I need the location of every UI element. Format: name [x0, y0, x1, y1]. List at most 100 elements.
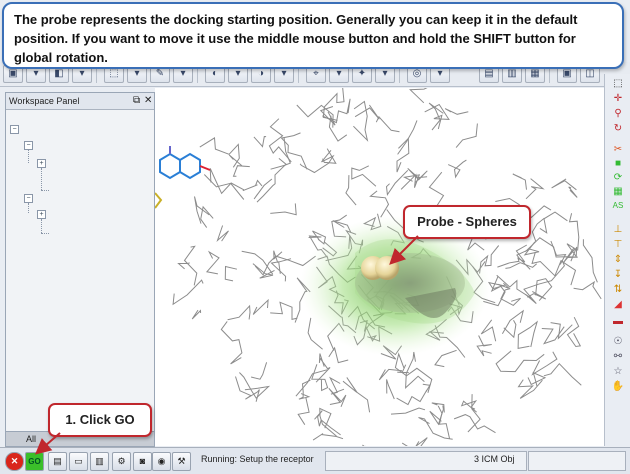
protein-backbone-segment	[253, 135, 267, 148]
protein-backbone-segment	[194, 196, 210, 224]
cut-icon[interactable]: ✂	[611, 144, 625, 156]
protein-backbone-segment	[299, 149, 335, 174]
link-icon[interactable]: ⚯	[611, 351, 625, 363]
go-button[interactable]: GO	[25, 452, 44, 471]
protein-backbone-segment	[415, 437, 428, 446]
tab-all[interactable]: All	[26, 432, 36, 446]
tree-expander[interactable]: −	[24, 141, 33, 150]
protein-backbone-segment	[562, 243, 578, 264]
protein-backbone-segment	[501, 309, 525, 335]
eye-icon[interactable]: ◉	[152, 452, 171, 471]
clip-icon[interactable]: ▬	[611, 316, 625, 328]
star-icon[interactable]: ☆	[611, 366, 625, 378]
refresh-icon[interactable]: ⟳	[611, 172, 625, 184]
tree-connector	[28, 150, 29, 163]
tree-connector	[28, 203, 29, 213]
protein-backbone-segment	[342, 377, 371, 413]
protein-backbone-segment	[328, 387, 347, 407]
workspace-tree: − − + − +	[6, 110, 152, 428]
window-icon[interactable]: ▤	[48, 452, 67, 471]
protein-backbone-segment	[270, 203, 297, 216]
protein-backbone-segment	[312, 433, 344, 441]
protein-backbone-segment	[268, 118, 292, 163]
protein-backbone-segment	[566, 316, 582, 348]
protein-backbone-segment	[543, 362, 582, 386]
protein-backbone-segment	[328, 346, 349, 364]
instruction-banner: The probe represents the docking startin…	[2, 2, 624, 69]
select-icon[interactable]: ⬚	[611, 78, 625, 90]
protein-backbone-segment	[298, 379, 311, 400]
protein-backbone-segment	[351, 165, 377, 187]
protein-backbone-segment	[428, 171, 445, 209]
right-toolbar: ⬚ ✛ ⚲ ↻ ✂ ■ ⟳ ▦ AS ⊥ ⊤ ⇕ ↧ ⇅ ◢ ▬ ☉ ⚯ ☆ ✋	[604, 74, 630, 446]
move-icon[interactable]: ✛	[611, 93, 625, 105]
protein-backbone-segment	[177, 262, 190, 270]
object-count: 3 ICM Obj	[474, 454, 515, 464]
protein-backbone-segment	[447, 159, 467, 179]
protein-backbone-segment	[220, 321, 243, 365]
protein-backbone-segment	[550, 240, 567, 265]
tree-connector	[41, 219, 42, 233]
protein-backbone-segment	[270, 261, 287, 282]
label-icon[interactable]: ↧	[611, 269, 625, 281]
close-icon[interactable]: ✕	[144, 93, 152, 109]
tree-connector	[41, 168, 42, 190]
molecule-viewport[interactable]	[155, 88, 604, 446]
protein-backbone-segment	[250, 362, 268, 380]
protein-backbone-segment	[539, 211, 568, 234]
protein-backbone-segment	[582, 239, 598, 283]
molecule-render[interactable]	[155, 88, 604, 446]
protein-backbone-segment	[385, 169, 409, 196]
protein-backbone-segment	[386, 379, 395, 400]
protein-backbone-segment	[409, 88, 428, 104]
box-icon[interactable]: ■	[611, 158, 625, 170]
tree-expander[interactable]: +	[37, 159, 46, 168]
panel-icon[interactable]: ▭	[69, 452, 88, 471]
console-icon[interactable]: ▥	[90, 452, 109, 471]
protein-backbone-segment	[496, 274, 532, 299]
protein-backbone-segment	[378, 368, 403, 381]
measure-icon[interactable]: ⇅	[611, 284, 625, 296]
torsion-icon[interactable]: ⇕	[611, 254, 625, 266]
protein-backbone-segment	[527, 371, 547, 387]
angle-icon[interactable]: ⊤	[611, 239, 625, 251]
view-icon[interactable]: ☉	[611, 336, 625, 348]
probe-sphere[interactable]	[375, 256, 399, 280]
gear-icon[interactable]: ⚙	[112, 452, 131, 471]
protein-backbone-segment	[216, 225, 229, 242]
stop-button[interactable]: ✕	[5, 452, 24, 471]
tree-expander[interactable]: −	[10, 125, 19, 134]
protein-backbone-segment	[322, 98, 351, 124]
protein-backbone-segment	[362, 444, 366, 446]
restore-icon[interactable]: ⧉	[133, 93, 140, 109]
rotate-icon[interactable]: ↻	[611, 123, 625, 135]
protein-backbone-segment	[476, 335, 492, 357]
protein-backbone-segment	[541, 326, 565, 345]
tree-expander[interactable]: +	[37, 210, 46, 219]
protein-backbone-segment	[517, 320, 539, 350]
zoom-icon[interactable]: ⚲	[611, 108, 625, 120]
plugin-icon[interactable]: ⚒	[172, 452, 191, 471]
protein-backbone-segment	[191, 309, 202, 320]
protein-backbone-segment	[297, 397, 310, 425]
distance-icon[interactable]: ⊥	[611, 224, 625, 236]
tree-expander[interactable]: −	[24, 194, 33, 203]
protein-backbone-segment	[256, 158, 287, 203]
protein-backbone-segment	[453, 414, 496, 434]
hand-icon[interactable]: ✋	[611, 381, 625, 393]
camera-icon[interactable]: ◙	[133, 452, 152, 471]
status-bar: ✕ GO ▤ ▭ ▥ ⚙ ◙ ◉ ⚒ Running: Setup the re…	[0, 447, 630, 474]
protein-backbone-segment	[369, 190, 390, 218]
protein-backbone-segment	[199, 137, 240, 168]
grid-icon[interactable]: ▦	[611, 186, 625, 198]
protein-backbone-segment	[252, 263, 275, 279]
protein-backbone-segment	[375, 115, 400, 133]
protein-backbone-segment	[568, 213, 580, 251]
protein-backbone-segment	[397, 120, 418, 155]
protein-backbone-segment	[172, 279, 204, 306]
protein-backbone-segment	[551, 178, 577, 191]
eraser-icon[interactable]: ◢	[611, 299, 625, 311]
status-text: Running: Setup the receptor	[201, 454, 314, 464]
protein-backbone-segment	[270, 301, 298, 321]
as-icon[interactable]: AS	[611, 200, 625, 212]
